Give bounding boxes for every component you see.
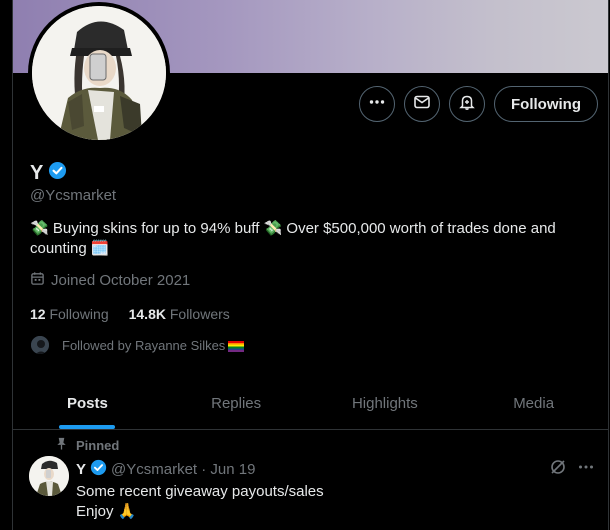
left-rail [0, 0, 12, 530]
money-emoji-icon: 💸 [263, 220, 283, 237]
post-header: Y @Ycsmarket · Jun 19 [76, 459, 255, 480]
post-avatar[interactable] [29, 456, 69, 496]
praying-hands-emoji-icon: 🙏 [117, 503, 137, 520]
following-label: Following [49, 306, 109, 322]
bell-plus-icon [458, 93, 476, 116]
profile-avatar[interactable] [28, 2, 170, 144]
tab-label: Media [513, 395, 555, 412]
post-meta[interactable]: @Ycsmarket · Jun 19 [111, 461, 255, 478]
post-author-name[interactable]: Y [76, 461, 86, 478]
column-divider-right [608, 0, 609, 530]
message-button[interactable] [404, 86, 440, 122]
more-icon [368, 93, 386, 116]
message-icon [413, 93, 431, 116]
calendar-icon [30, 271, 45, 290]
notify-button[interactable] [449, 86, 485, 122]
tab-label: Highlights [351, 395, 418, 412]
grok-icon[interactable] [549, 458, 567, 481]
active-tab-indicator [59, 425, 116, 429]
joined-date: Joined October 2021 [51, 272, 191, 289]
post-line-1: Some recent giveaway payouts/sales [76, 483, 324, 500]
pinned-label: Pinned [76, 437, 120, 453]
tab-label: Posts [66, 395, 108, 412]
tab-highlights[interactable]: Highlights [311, 378, 460, 429]
money-emoji-icon: 💸 [30, 220, 49, 237]
tab-posts[interactable]: Posts [13, 378, 162, 429]
followed-by-text: Followed by Rayanne Silkes [62, 337, 226, 353]
column-divider-left [12, 0, 13, 530]
pinned-indicator: Pinned [55, 437, 119, 453]
profile-display-name: Y [30, 161, 44, 184]
bio-text-1: Buying skins for up to 94% buff [52, 220, 260, 237]
pin-icon [55, 437, 68, 453]
profile-handle: @Ycsmarket [30, 187, 117, 204]
followers-stat[interactable]: 14.8K Followers [129, 306, 230, 322]
post-body: Some recent giveaway payouts/sales Enjoy… [76, 482, 324, 522]
profile-actions: Following [359, 86, 598, 122]
profile-joined: Joined October 2021 [30, 271, 190, 290]
tab-label: Replies [211, 395, 262, 412]
profile-bio: 💸 Buying skins for up to 94% buff 💸 Over… [30, 219, 575, 259]
following-button[interactable]: Following [494, 86, 598, 122]
pride-flag-icon [228, 340, 245, 352]
more-button[interactable] [359, 86, 395, 122]
following-stat[interactable]: 12 Following [30, 306, 109, 322]
following-count: 12 [30, 306, 46, 322]
followers-label: Followers [169, 306, 230, 322]
tab-replies[interactable]: Replies [162, 378, 311, 429]
profile-stats: 12 Following 14.8K Followers [30, 306, 230, 322]
post-line-2: Enjoy [76, 503, 114, 520]
follower-avatar [30, 335, 50, 355]
verified-badge-icon [48, 161, 67, 185]
avatar-illustration [32, 6, 166, 140]
calendar-emoji-icon: 🗓️ [90, 240, 110, 257]
verified-badge-icon [90, 459, 107, 480]
profile-tabs: Posts Replies Highlights Media [13, 378, 608, 430]
post-actions-top [549, 458, 595, 481]
followed-by-row[interactable]: Followed by Rayanne Silkes [30, 335, 245, 355]
followers-count: 14.8K [128, 306, 166, 322]
profile-name-row: Y [30, 161, 67, 185]
tab-media[interactable]: Media [459, 378, 608, 429]
post-more-icon[interactable] [577, 458, 595, 481]
